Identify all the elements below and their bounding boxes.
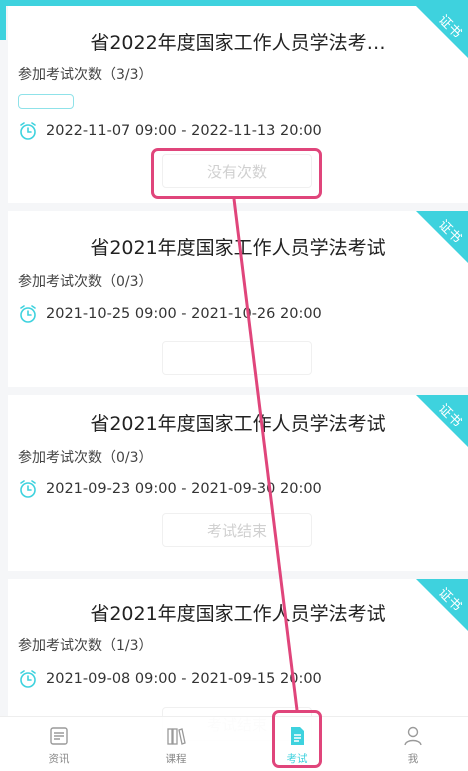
exam-time: 2022-11-07 09:00 - 2022-11-13 20:00 <box>46 123 322 139</box>
attempt-count: 参加考试次数（1/3） <box>18 638 153 654</box>
bottom-tab-bar: 资讯 课程 考试 我 <box>0 716 468 771</box>
books-icon <box>167 728 186 745</box>
exam-title: 省2021年度国家工作人员学法考试 <box>90 237 386 259</box>
alarm-clock-icon <box>20 305 36 323</box>
exam-list: 证书 省2022年度国家工作人员学法考… 参加考试次数（3/3） 2022-11… <box>0 6 468 749</box>
tab-courses[interactable]: 课程 <box>136 717 216 771</box>
alarm-clock-icon <box>20 122 36 140</box>
alarm-clock-icon <box>20 670 36 688</box>
news-icon <box>50 727 68 745</box>
exam-time: 2021-09-23 09:00 - 2021-09-30 20:00 <box>46 481 322 497</box>
exam-card[interactable]: 证书 省2021年度国家工作人员学法考试 参加考试次数（0/3） 2021-09… <box>8 395 468 571</box>
attempt-count: 参加考试次数（3/3） <box>18 67 153 83</box>
exam-time-row: 2021-10-25 09:00 - 2021-10-26 20:00 <box>18 304 322 324</box>
exam-action-button[interactable] <box>162 341 312 375</box>
user-icon <box>404 726 422 746</box>
annotation-box-exam-tab <box>272 710 322 768</box>
exam-time: 2021-09-08 09:00 - 2021-09-15 20:00 <box>46 671 322 687</box>
exam-time-row: 2021-09-08 09:00 - 2021-09-15 20:00 <box>18 669 322 689</box>
exam-title: 省2021年度国家工作人员学法考试 <box>90 603 386 625</box>
status-tag <box>18 94 74 109</box>
tab-label: 资讯 <box>48 753 70 765</box>
exam-time: 2021-10-25 09:00 - 2021-10-26 20:00 <box>46 306 322 322</box>
attempt-count: 参加考试次数（0/3） <box>18 274 153 290</box>
tab-label: 课程 <box>165 753 187 765</box>
exam-ended-button[interactable]: 考试结束 <box>162 513 312 547</box>
exam-time-row: 2021-09-23 09:00 - 2021-09-30 20:00 <box>18 479 322 499</box>
exam-card[interactable]: 证书 省2021年度国家工作人员学法考试 参加考试次数（0/3） 2021-10… <box>8 211 468 387</box>
exam-title: 省2022年度国家工作人员学法考… <box>90 32 386 54</box>
tab-me[interactable]: 我 <box>373 717 453 771</box>
tab-news[interactable]: 资讯 <box>19 717 99 771</box>
exam-time-row: 2022-11-07 09:00 - 2022-11-13 20:00 <box>18 121 322 141</box>
exam-title: 省2021年度国家工作人员学法考试 <box>90 413 386 435</box>
attempt-count: 参加考试次数（0/3） <box>18 450 153 466</box>
annotation-box-no-attempts <box>151 148 322 199</box>
alarm-clock-icon <box>20 480 36 498</box>
tab-label: 我 <box>407 753 419 765</box>
